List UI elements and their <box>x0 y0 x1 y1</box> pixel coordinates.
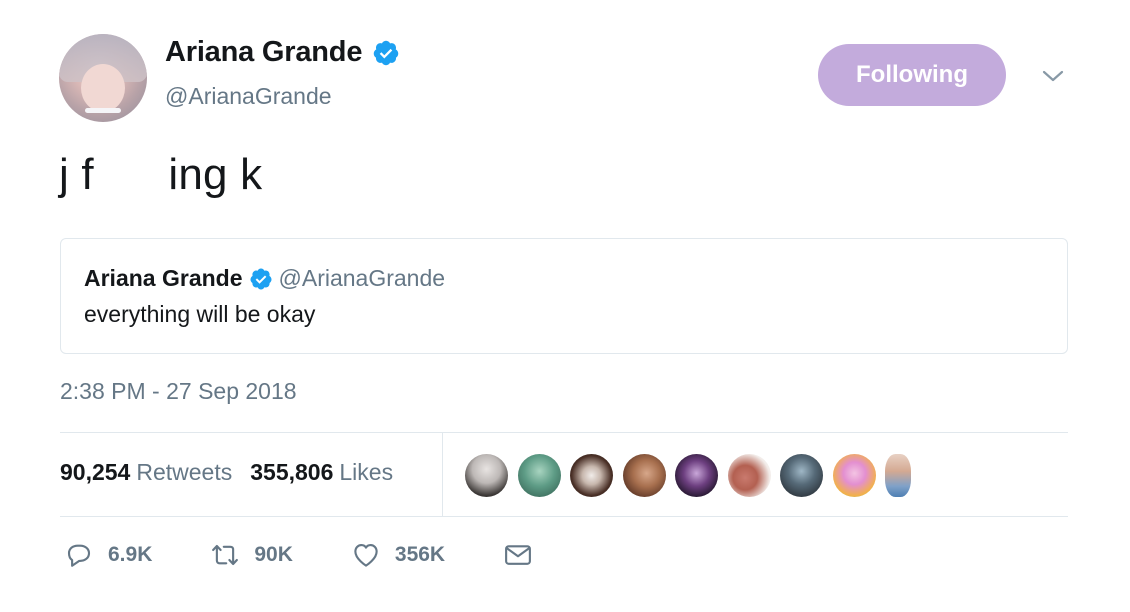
tweet-stats: 90,254 Retweets 355,806 Likes <box>60 459 411 486</box>
quoted-author-handle: @ArianaGrande <box>278 265 446 291</box>
reply-count: 6.9K <box>108 543 153 566</box>
liker-avatar[interactable] <box>465 454 508 497</box>
liker-avatar[interactable] <box>675 454 718 497</box>
liker-avatars <box>465 454 921 497</box>
following-button[interactable]: Following <box>818 44 1006 106</box>
chevron-down-icon[interactable] <box>1040 66 1066 86</box>
tweet-text: j f ing k <box>59 150 263 199</box>
liker-avatar[interactable] <box>517 454 561 497</box>
like-count: 356K <box>394 543 446 566</box>
tweet-actions: 6.9K 90K 356K <box>64 540 591 570</box>
divider <box>60 516 1068 517</box>
divider <box>60 432 1068 433</box>
verified-badge-icon <box>249 268 271 289</box>
retweets-stat[interactable]: 90,254 Retweets <box>60 459 232 486</box>
reply-button[interactable]: 6.9K <box>64 540 152 570</box>
reply-icon <box>67 544 91 567</box>
mail-icon <box>505 545 532 565</box>
direct-message-button[interactable] <box>503 540 533 570</box>
retweet-icon <box>212 544 239 566</box>
author-name[interactable]: Ariana Grande <box>165 36 400 69</box>
divider <box>442 433 443 516</box>
retweet-count: 90K <box>254 543 293 566</box>
retweets-count: 90,254 <box>60 459 131 485</box>
author-handle[interactable]: @ArianaGrande <box>165 83 332 110</box>
quoted-tweet[interactable]: Ariana Grande @ArianaGrande everything w… <box>60 238 1068 354</box>
author-avatar[interactable] <box>59 34 147 122</box>
author-name-text[interactable]: Ariana Grande <box>165 36 362 69</box>
heart-icon <box>354 543 378 567</box>
liker-avatar[interactable] <box>570 454 613 497</box>
tweet-timestamp[interactable]: 2:38 PM - 27 Sep 2018 <box>60 378 297 405</box>
liker-avatar[interactable] <box>780 454 823 497</box>
liker-avatar[interactable] <box>727 454 771 497</box>
retweets-label: Retweets <box>136 459 233 485</box>
verified-badge-icon <box>373 40 399 65</box>
likes-count: 355,806 <box>250 459 334 485</box>
likes-label: Likes <box>339 459 394 485</box>
liker-avatar[interactable] <box>832 454 876 497</box>
likes-stat[interactable]: 355,806 Likes <box>250 459 393 486</box>
like-button[interactable]: 356K <box>351 540 445 570</box>
quoted-author-name: Ariana Grande <box>84 265 243 291</box>
retweet-button[interactable]: 90K <box>210 540 293 570</box>
liker-avatar[interactable] <box>885 454 911 497</box>
quoted-tweet-text: everything will be okay <box>84 301 316 327</box>
quoted-tweet-header: Ariana Grande @ArianaGrande <box>84 265 445 292</box>
liker-avatar[interactable] <box>622 454 666 497</box>
